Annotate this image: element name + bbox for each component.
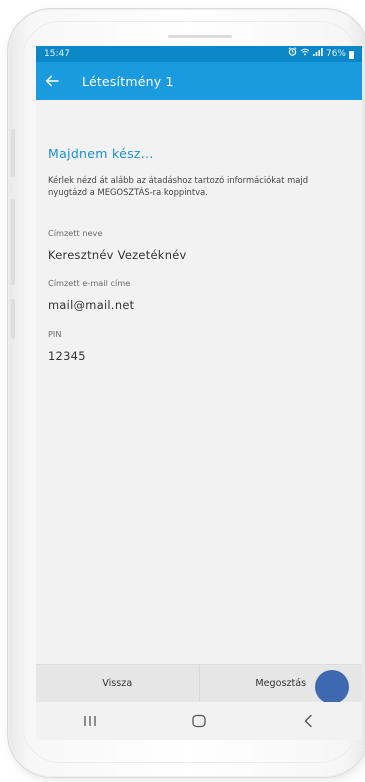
page-title: Létesítmény 1 (82, 73, 174, 89)
stage: 15:47 76% Létesítmény 1 Majdnem kész... … (0, 0, 365, 782)
status-icons: 76% (288, 46, 354, 62)
app-bar: Létesítmény 1 (36, 62, 362, 100)
battery-percent: 76% (325, 49, 346, 59)
speaker-grille (168, 35, 232, 38)
recipient-name-value: Keresztnév Vezetéknév (48, 248, 187, 262)
phone-side-button (11, 129, 15, 177)
intro-text: Kérlek nézd át alább az átadáshoz tartoz… (48, 175, 309, 197)
phone-screen: 15:47 76% Létesítmény 1 Majdnem kész... … (36, 46, 362, 740)
status-bar: 15:47 76% (36, 46, 362, 62)
back-icon[interactable] (288, 706, 328, 736)
phone-bixby-button (11, 299, 15, 339)
phone-volume-button (11, 199, 15, 285)
recipient-email-value: mail@mail.net (48, 298, 135, 312)
signal-icon (312, 46, 323, 62)
alarm-icon (288, 46, 297, 62)
pin-label: PIN (48, 329, 62, 339)
back-arrow-icon[interactable] (40, 69, 64, 93)
system-nav-bar (36, 702, 362, 740)
recipient-email-label: Címzett e-mail címe (48, 278, 131, 288)
recent-apps-icon[interactable] (70, 706, 110, 736)
main-content: Majdnem kész... Kérlek nézd át alább az … (48, 100, 348, 363)
pin-value: 12345 (48, 349, 86, 363)
status-time: 15:47 (44, 49, 70, 59)
touch-indicator (315, 670, 349, 704)
battery-icon (349, 51, 354, 59)
action-bar: Vissza Megosztás (36, 664, 362, 702)
back-button[interactable]: Vissza (36, 665, 200, 702)
section-heading: Majdnem kész... (48, 146, 154, 161)
home-icon[interactable] (179, 706, 219, 736)
wifi-icon (300, 46, 310, 62)
recipient-name-label: Címzett neve (48, 228, 103, 238)
